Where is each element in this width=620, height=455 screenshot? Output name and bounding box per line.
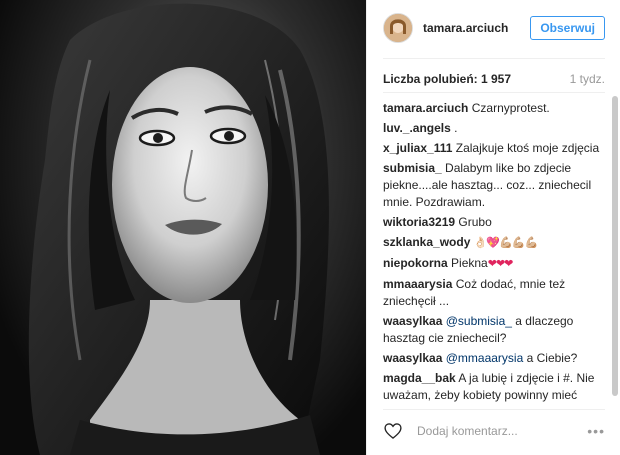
portrait-illustration [28,3,329,455]
avatar-image-icon [384,14,412,42]
comment-item: szklanka_wody 👌🏻💖💪🏼💪🏼💪🏼 [383,234,607,252]
follow-button[interactable]: Obserwuj [530,16,605,40]
comment-mention[interactable]: @submisia_ [446,314,512,328]
comment-item: x_juliax_111 Zalajkuje ktoś moje zdjęcia [383,140,607,157]
comment-text: Zalajkuje ktoś moje zdjęcia [455,141,600,155]
comment-text: . [454,121,458,135]
comment-username[interactable]: wiktoria3219 [383,215,455,229]
comment-item: mmaaarysia Coż dodać, mnie też zniechęci… [383,276,607,310]
comment-emoji: ❤❤❤ [487,258,514,270]
avatar[interactable] [383,13,413,43]
more-options-icon[interactable]: ••• [587,423,605,439]
comment-username[interactable]: waasylkaa [383,314,442,328]
post-owner-username[interactable]: tamara.arciuch [423,21,530,35]
scrollbar-thumb[interactable] [612,96,618,396]
comments-scrollbar[interactable] [612,96,618,396]
comment-item: submisia_ Dalabym like bo zdjecie piekne… [383,160,607,211]
comment-username[interactable]: magda__bak [383,371,456,385]
post-side-panel: tamara.arciuch Obserwuj Liczba polubień:… [366,0,620,455]
post-time[interactable]: 1 tydz. [570,72,605,86]
comment-text: Piekna [451,256,488,270]
likes-divider [383,92,605,93]
comments-list: tamara.arciuch Czarnyprotest. luv._.ange… [383,100,607,405]
comment-username[interactable]: waasylkaa [383,351,442,365]
comment-item: waasylkaa @submisia_ a dlaczego hasztag … [383,313,607,347]
comment-text: Czarnyprotest. [471,101,550,115]
comment-username[interactable]: tamara.arciuch [383,101,468,115]
comment-mention[interactable]: @mmaaarysia [446,351,524,365]
post-footer: Dodaj komentarz... ••• [383,421,605,441]
add-comment-input[interactable]: Dodaj komentarz... [417,424,587,438]
post-header: tamara.arciuch Obserwuj [383,11,605,45]
comment-username[interactable]: szklanka_wody [383,235,470,249]
comment-emoji: 👌🏻💖💪🏼💪🏼💪🏼 [473,237,538,249]
comment-item: wiktoria3219 Grubo [383,214,607,231]
comment-username[interactable]: x_juliax_111 [383,141,452,155]
comment-item: magda__bak A ja lubię i zdjęcie i #. Nie… [383,370,607,405]
comment-username[interactable]: submisia_ [383,161,442,175]
comment-username[interactable]: niepokorna [383,256,448,270]
comment-text: Grubo [458,215,492,229]
comment-item: niepokorna Piekna❤❤❤ [383,255,607,273]
comment-username[interactable]: luv._.angels [383,121,451,135]
likes-row: Liczba polubień: 1 957 1 tydz. [383,72,605,86]
footer-divider [383,409,605,410]
comment-username[interactable]: mmaaarysia [383,277,452,291]
heart-icon[interactable] [383,421,403,441]
likes-count[interactable]: Liczba polubień: 1 957 [383,72,511,86]
post-photo[interactable] [0,0,366,455]
comment-item: waasylkaa @mmaaarysia a Ciebie? [383,350,607,367]
comment-item: tamara.arciuch Czarnyprotest. [383,100,607,117]
header-divider [383,58,605,59]
comment-text: a Ciebie? [526,351,578,365]
comment-item: luv._.angels . [383,120,607,137]
